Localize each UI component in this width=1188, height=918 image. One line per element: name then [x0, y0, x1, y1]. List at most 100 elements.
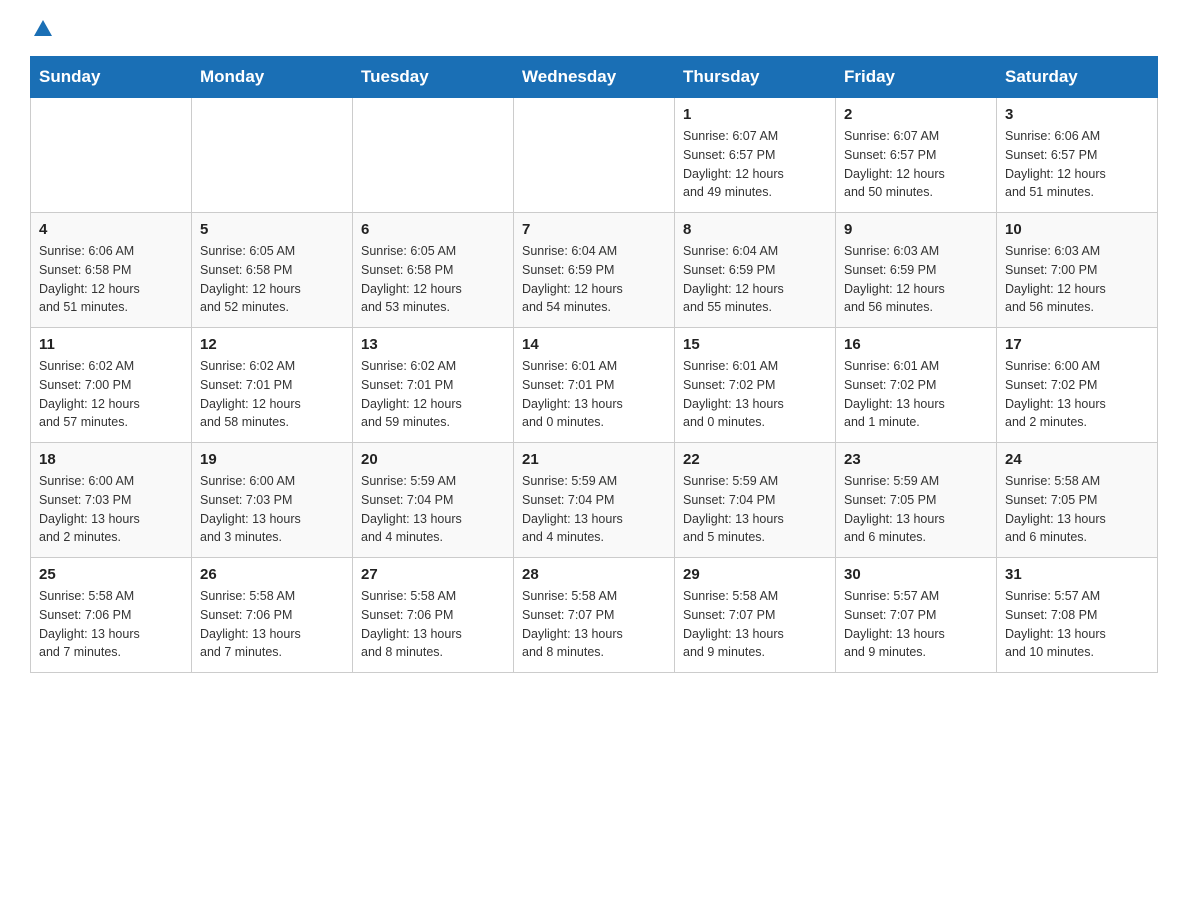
day-info: Sunrise: 6:03 AMSunset: 7:00 PMDaylight:… [1005, 242, 1149, 317]
day-info: Sunrise: 6:01 AMSunset: 7:02 PMDaylight:… [844, 357, 988, 432]
table-row: 11 Sunrise: 6:02 AMSunset: 7:00 PMDayligh… [31, 328, 192, 443]
day-number: 9 [844, 221, 988, 238]
day-number: 12 [200, 336, 344, 353]
header-wednesday: Wednesday [514, 57, 675, 98]
table-row: 15Sunrise: 6:01 AMSunset: 7:02 PMDayligh… [675, 328, 836, 443]
table-row: 2 Sunrise: 6:07 AMSunset: 6:57 PMDaylight… [836, 98, 997, 213]
day-info: Sunrise: 6:03 AMSunset: 6:59 PMDaylight:… [844, 242, 988, 317]
day-info: Sunrise: 6:01 AMSunset: 7:02 PMDaylight:… [683, 357, 827, 432]
table-row: 8 Sunrise: 6:04 AMSunset: 6:59 PMDaylight… [675, 213, 836, 328]
day-info: Sunrise: 6:07 AMSunset: 6:57 PMDaylight:… [683, 127, 827, 202]
header-tuesday: Tuesday [353, 57, 514, 98]
day-number: 7 [522, 221, 666, 238]
day-info: Sunrise: 6:05 AMSunset: 6:58 PMDaylight:… [200, 242, 344, 317]
day-info: Sunrise: 5:58 AMSunset: 7:06 PMDaylight:… [200, 587, 344, 662]
day-info: Sunrise: 6:00 AMSunset: 7:02 PMDaylight:… [1005, 357, 1149, 432]
day-info: Sunrise: 5:57 AMSunset: 7:07 PMDaylight:… [844, 587, 988, 662]
day-info: Sunrise: 5:57 AMSunset: 7:08 PMDaylight:… [1005, 587, 1149, 662]
day-info: Sunrise: 5:58 AMSunset: 7:06 PMDaylight:… [39, 587, 183, 662]
table-row: 1 Sunrise: 6:07 AMSunset: 6:57 PMDaylight… [675, 98, 836, 213]
table-row: 26 Sunrise: 5:58 AMSunset: 7:06 PMDayligh… [192, 558, 353, 673]
table-row: 9 Sunrise: 6:03 AMSunset: 6:59 PMDaylight… [836, 213, 997, 328]
day-info: Sunrise: 5:59 AMSunset: 7:04 PMDaylight:… [361, 472, 505, 547]
day-info: Sunrise: 6:07 AMSunset: 6:57 PMDaylight:… [844, 127, 988, 202]
header-friday: Friday [836, 57, 997, 98]
day-info: Sunrise: 5:59 AMSunset: 7:05 PMDaylight:… [844, 472, 988, 547]
table-row: 13Sunrise: 6:02 AMSunset: 7:01 PMDayligh… [353, 328, 514, 443]
day-info: Sunrise: 6:06 AMSunset: 6:58 PMDaylight:… [39, 242, 183, 317]
table-row: 18 Sunrise: 6:00 AMSunset: 7:03 PMDayligh… [31, 443, 192, 558]
header-monday: Monday [192, 57, 353, 98]
day-number: 20 [361, 451, 505, 468]
day-number: 14 [522, 336, 666, 353]
table-row [31, 98, 192, 213]
table-row: 5 Sunrise: 6:05 AMSunset: 6:58 PMDaylight… [192, 213, 353, 328]
day-number: 3 [1005, 106, 1149, 123]
table-row: 25 Sunrise: 5:58 AMSunset: 7:06 PMDayligh… [31, 558, 192, 673]
day-number: 18 [39, 451, 183, 468]
day-number: 25 [39, 566, 183, 583]
table-row: 6Sunrise: 6:05 AMSunset: 6:58 PMDaylight… [353, 213, 514, 328]
day-number: 22 [683, 451, 827, 468]
table-row: 7 Sunrise: 6:04 AMSunset: 6:59 PMDaylight… [514, 213, 675, 328]
day-info: Sunrise: 5:58 AMSunset: 7:07 PMDaylight:… [522, 587, 666, 662]
day-info: Sunrise: 6:02 AMSunset: 7:01 PMDaylight:… [200, 357, 344, 432]
day-number: 26 [200, 566, 344, 583]
day-info: Sunrise: 6:04 AMSunset: 6:59 PMDaylight:… [683, 242, 827, 317]
day-number: 1 [683, 106, 827, 123]
table-row: 14 Sunrise: 6:01 AMSunset: 7:01 PMDayligh… [514, 328, 675, 443]
day-info: Sunrise: 6:00 AMSunset: 7:03 PMDaylight:… [200, 472, 344, 547]
table-row: 10 Sunrise: 6:03 AMSunset: 7:00 PMDayligh… [997, 213, 1158, 328]
calendar-week-row: 4 Sunrise: 6:06 AMSunset: 6:58 PMDaylight… [31, 213, 1158, 328]
logo [30, 20, 52, 36]
day-number: 5 [200, 221, 344, 238]
day-info: Sunrise: 5:58 AMSunset: 7:05 PMDaylight:… [1005, 472, 1149, 547]
day-number: 27 [361, 566, 505, 583]
table-row: 12 Sunrise: 6:02 AMSunset: 7:01 PMDayligh… [192, 328, 353, 443]
page-header [30, 20, 1158, 36]
day-number: 28 [522, 566, 666, 583]
day-info: Sunrise: 5:59 AMSunset: 7:04 PMDaylight:… [683, 472, 827, 547]
day-number: 2 [844, 106, 988, 123]
day-info: Sunrise: 6:01 AMSunset: 7:01 PMDaylight:… [522, 357, 666, 432]
table-row: 27 Sunrise: 5:58 AMSunset: 7:06 PMDayligh… [353, 558, 514, 673]
day-info: Sunrise: 6:04 AMSunset: 6:59 PMDaylight:… [522, 242, 666, 317]
day-number: 11 [39, 336, 183, 353]
table-row: 22 Sunrise: 5:59 AMSunset: 7:04 PMDayligh… [675, 443, 836, 558]
day-number: 4 [39, 221, 183, 238]
day-info: Sunrise: 6:00 AMSunset: 7:03 PMDaylight:… [39, 472, 183, 547]
day-number: 21 [522, 451, 666, 468]
calendar-week-row: 1 Sunrise: 6:07 AMSunset: 6:57 PMDaylight… [31, 98, 1158, 213]
table-row: 4 Sunrise: 6:06 AMSunset: 6:58 PMDaylight… [31, 213, 192, 328]
day-number: 24 [1005, 451, 1149, 468]
calendar-table: Sunday Monday Tuesday Wednesday Thursday… [30, 56, 1158, 673]
day-info: Sunrise: 6:05 AMSunset: 6:58 PMDaylight:… [361, 242, 505, 317]
table-row: 17 Sunrise: 6:00 AMSunset: 7:02 PMDayligh… [997, 328, 1158, 443]
calendar-week-row: 18 Sunrise: 6:00 AMSunset: 7:03 PMDayligh… [31, 443, 1158, 558]
day-number: 8 [683, 221, 827, 238]
table-row: 20 Sunrise: 5:59 AMSunset: 7:04 PMDayligh… [353, 443, 514, 558]
day-number: 17 [1005, 336, 1149, 353]
table-row [353, 98, 514, 213]
calendar-week-row: 25 Sunrise: 5:58 AMSunset: 7:06 PMDayligh… [31, 558, 1158, 673]
day-number: 30 [844, 566, 988, 583]
day-info: Sunrise: 6:02 AMSunset: 7:01 PMDaylight:… [361, 357, 505, 432]
day-number: 10 [1005, 221, 1149, 238]
day-info: Sunrise: 5:58 AMSunset: 7:06 PMDaylight:… [361, 587, 505, 662]
day-info: Sunrise: 5:58 AMSunset: 7:07 PMDaylight:… [683, 587, 827, 662]
table-row: 21 Sunrise: 5:59 AMSunset: 7:04 PMDayligh… [514, 443, 675, 558]
day-info: Sunrise: 5:59 AMSunset: 7:04 PMDaylight:… [522, 472, 666, 547]
logo-triangle-icon [34, 20, 52, 36]
table-row: 19 Sunrise: 6:00 AMSunset: 7:03 PMDayligh… [192, 443, 353, 558]
day-info: Sunrise: 6:06 AMSunset: 6:57 PMDaylight:… [1005, 127, 1149, 202]
header-thursday: Thursday [675, 57, 836, 98]
day-number: 31 [1005, 566, 1149, 583]
day-number: 23 [844, 451, 988, 468]
day-number: 19 [200, 451, 344, 468]
day-number: 29 [683, 566, 827, 583]
table-row: 31 Sunrise: 5:57 AMSunset: 7:08 PMDayligh… [997, 558, 1158, 673]
day-info: Sunrise: 6:02 AMSunset: 7:00 PMDaylight:… [39, 357, 183, 432]
table-row: 23 Sunrise: 5:59 AMSunset: 7:05 PMDayligh… [836, 443, 997, 558]
header-sunday: Sunday [31, 57, 192, 98]
table-row: 30 Sunrise: 5:57 AMSunset: 7:07 PMDayligh… [836, 558, 997, 673]
